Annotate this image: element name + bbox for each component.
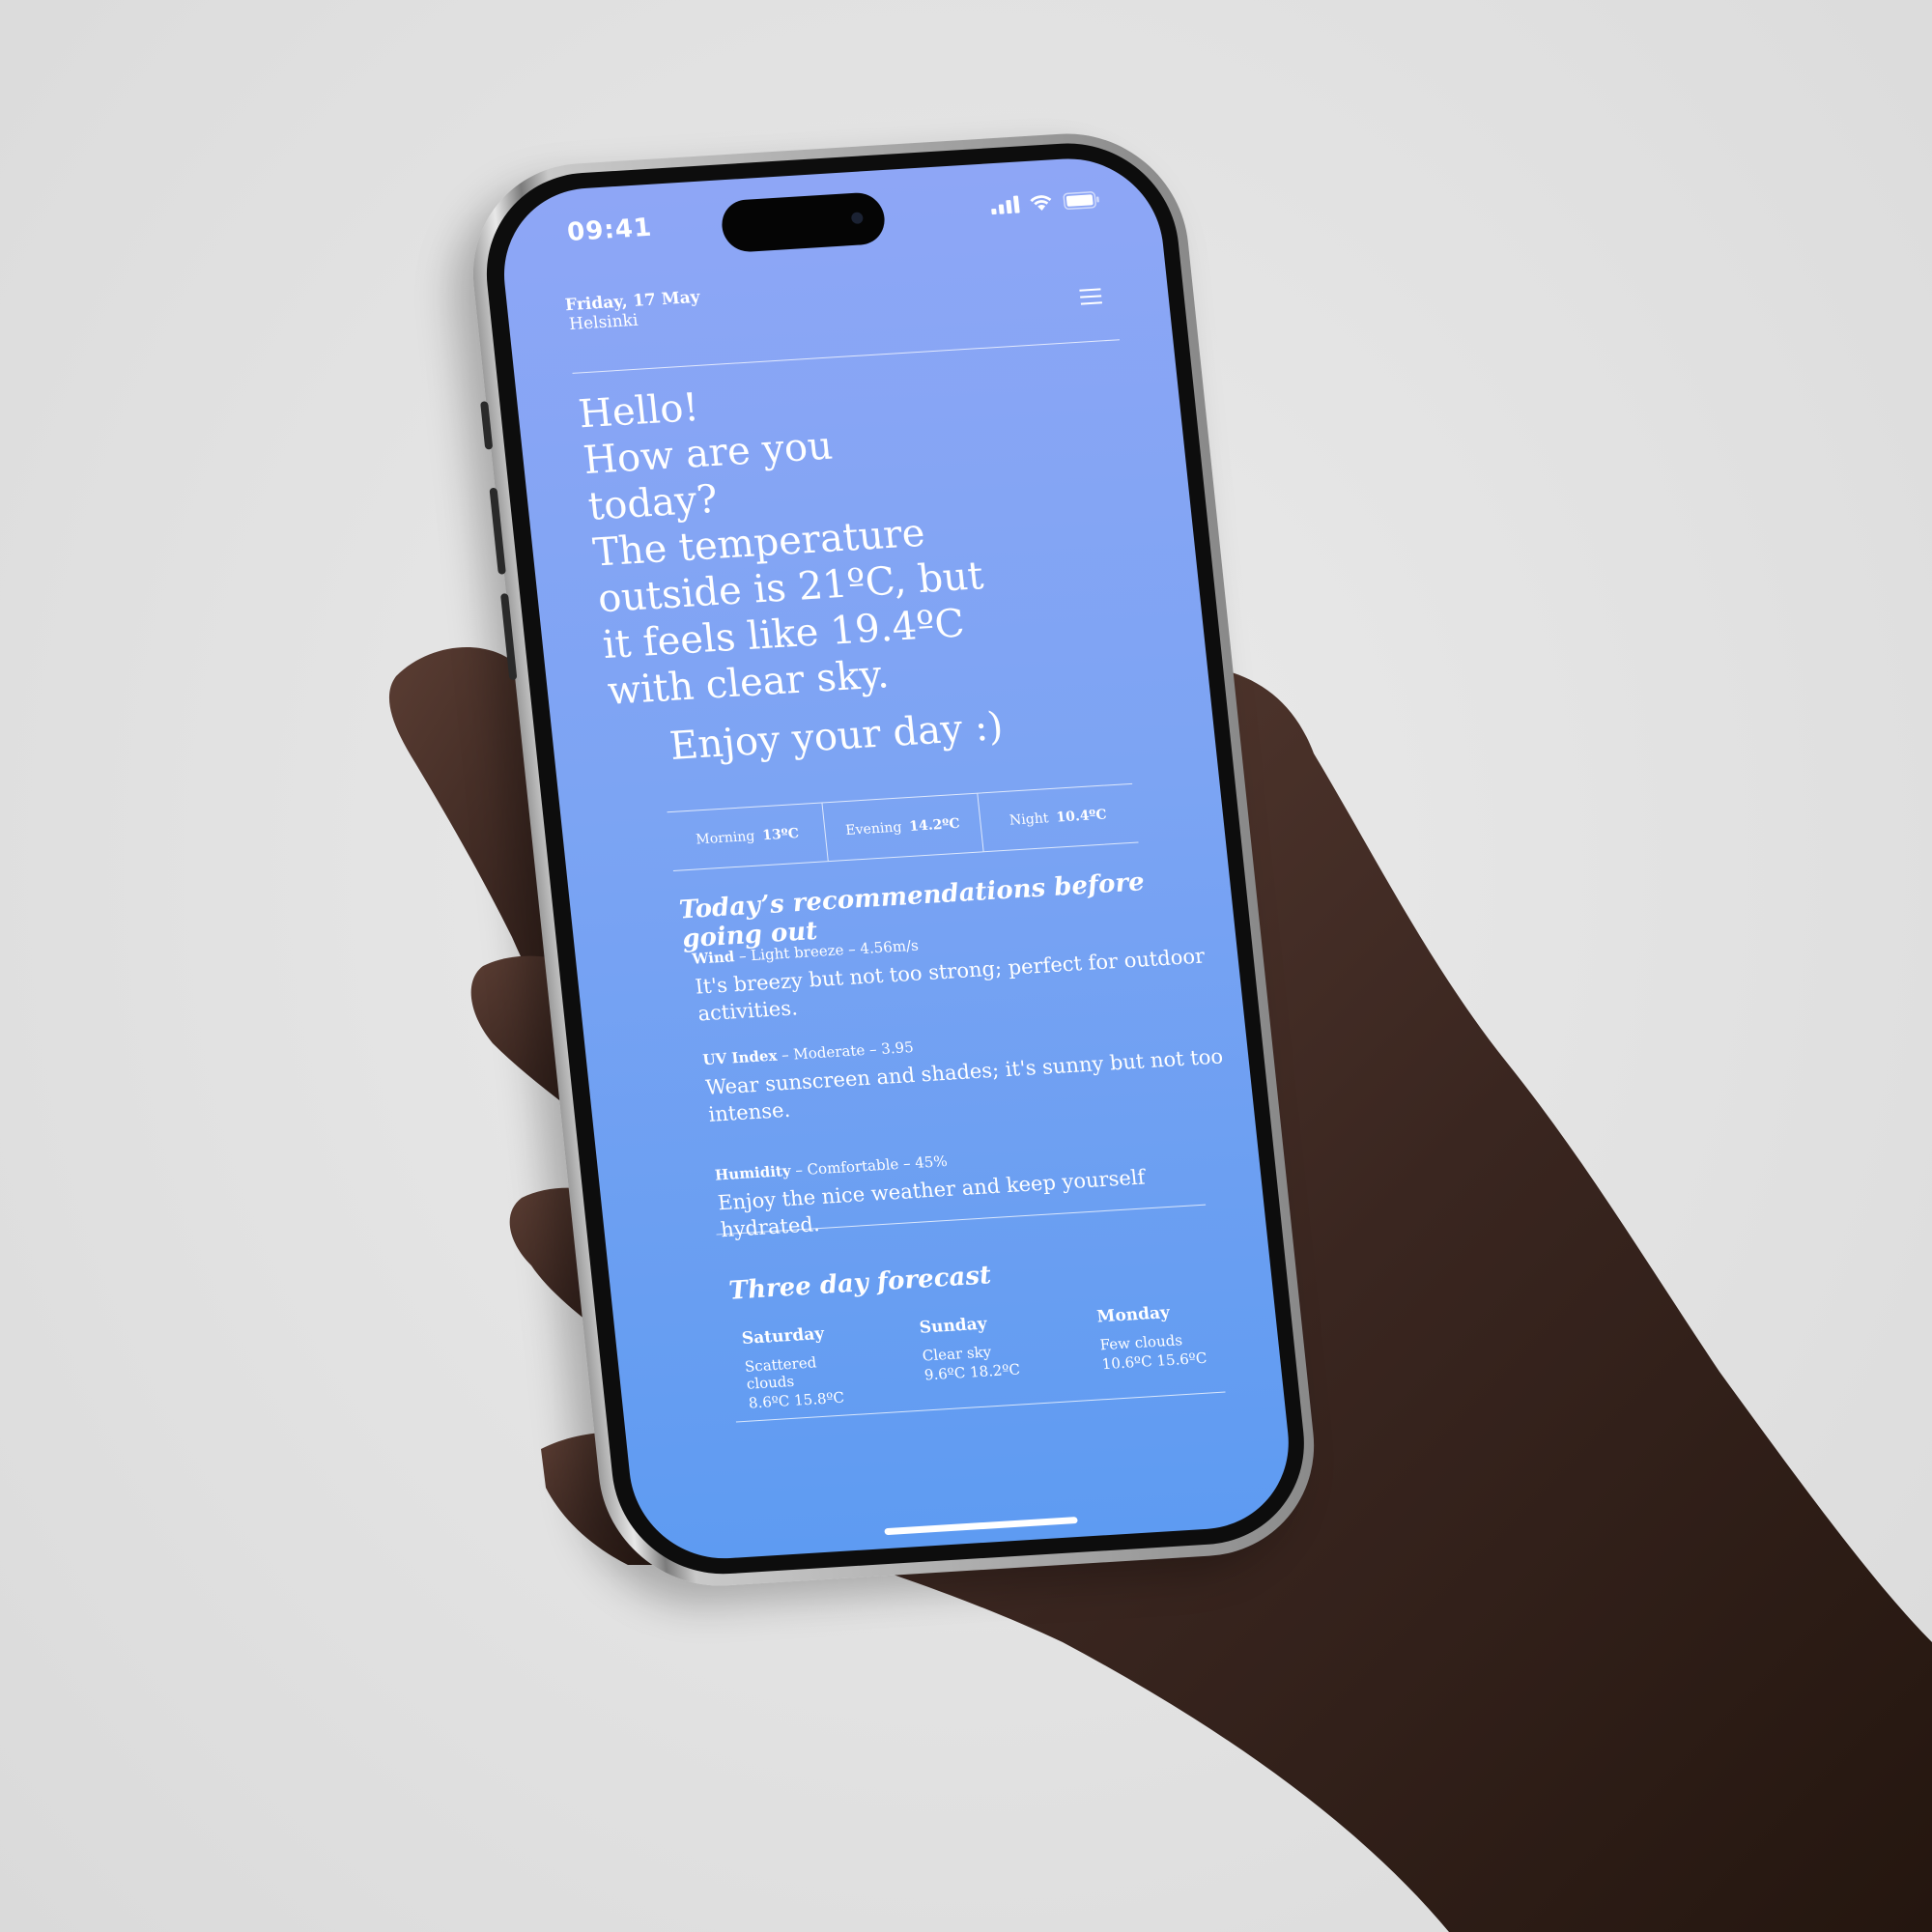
greeting-block: Hello! How are you today? The temperatur… <box>577 368 997 715</box>
cellular-signal-icon <box>990 195 1020 215</box>
forecast-day-sunday: Sunday Clear sky 9.6ºC 18.2ºC <box>919 1311 1047 1401</box>
recommendation-humidity: Humidity – Comfortable – 45% Enjoy the n… <box>714 1135 1243 1244</box>
battery-icon <box>1063 191 1099 211</box>
period-evening: Evening 14.2ºC <box>822 793 984 862</box>
recommendation-uv-index: UV Index – Moderate – 3.95 Wear sunscree… <box>702 1019 1232 1128</box>
recommendation-detail: – Moderate – 3.95 <box>781 1037 915 1065</box>
forecast-title: Three day forecast <box>727 1261 993 1306</box>
hamburger-menu-icon[interactable] <box>1079 288 1103 305</box>
recommendation-key: Wind <box>691 948 736 968</box>
app-header: Friday, 17 May Helsinki <box>564 262 1121 374</box>
header-city: Helsinki <box>568 310 639 334</box>
status-time: 09:41 <box>565 213 654 247</box>
wifi-icon <box>1030 195 1052 211</box>
period-label: Evening <box>844 819 903 838</box>
period-value: 10.4ºC <box>1055 807 1108 826</box>
status-icons <box>990 189 1101 215</box>
phone-device: 09:41 Friday, 17 May Helsinki Hello! How… <box>461 127 1326 1593</box>
period-label: Night <box>1009 810 1050 829</box>
day-periods: Morning 13ºC Evening 14.2ºC Night 10.4ºC <box>667 782 1139 871</box>
forecast-day-desc: Scattered clouds <box>744 1353 818 1393</box>
greeting-temperature: The temperature outside is 21ºC, but it … <box>590 510 986 714</box>
forecast-day-monday: Monday Few clouds 10.6ºC 15.6ºC <box>1096 1300 1225 1390</box>
forecast-day-saturday: Saturday Scattered clouds 8.6ºC 15.8ºC <box>741 1322 869 1412</box>
period-value: 13ºC <box>761 826 800 844</box>
period-night: Night 10.4ºC <box>978 784 1138 851</box>
period-value: 14.2ºC <box>908 815 961 835</box>
front-camera <box>850 212 864 225</box>
recommendation-key: Humidity <box>714 1161 792 1184</box>
forecast-day-name: Monday <box>1095 1303 1171 1327</box>
enjoy-message: Enjoy your day :) <box>668 704 1006 769</box>
forecast-day-name: Sunday <box>918 1314 988 1338</box>
home-indicator[interactable] <box>884 1517 1078 1536</box>
forecast-day-name: Saturday <box>740 1323 826 1349</box>
dynamic-island <box>719 191 888 254</box>
recommendation-detail: – Comfortable – 45% <box>794 1151 949 1179</box>
period-label: Morning <box>695 828 756 848</box>
period-morning: Morning 13ºC <box>667 803 829 870</box>
recommendation-key: UV Index <box>701 1046 779 1069</box>
scene-background: 09:41 Friday, 17 May Helsinki Hello! How… <box>0 0 1932 1932</box>
